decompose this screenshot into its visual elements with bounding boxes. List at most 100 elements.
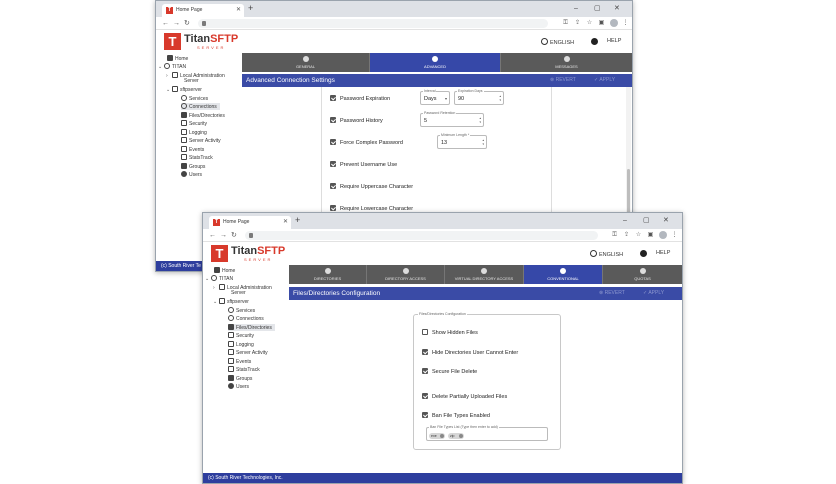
new-tab-icon[interactable]: + <box>295 215 300 226</box>
tab-messages[interactable]: MESSAGES <box>501 53 632 72</box>
sidebar-item-titan[interactable]: ⌄ TITAN <box>158 63 186 70</box>
sidebar-item-server-activity[interactable]: Server Activity <box>181 137 221 144</box>
sidebar-item-statstrack[interactable]: StatsTrack <box>228 366 260 373</box>
password-retention-input[interactable]: Password Retention 5 ▴ ▾ <box>420 111 484 127</box>
star-icon[interactable]: ☆ <box>635 231 642 239</box>
tab-conventional[interactable]: CONVENTIONAL <box>524 265 603 284</box>
tab-close-icon[interactable]: ✕ <box>236 6 241 15</box>
url-input[interactable] <box>245 231 598 240</box>
sidebar-item-services[interactable]: Services <box>181 95 208 102</box>
chip-remove-icon[interactable] <box>440 434 444 438</box>
sidebar-item-titan[interactable]: ⌄ TITAN <box>205 275 233 282</box>
sidepanel-icon[interactable]: ▣ <box>647 231 654 239</box>
sidebar-item-groups[interactable]: Groups <box>181 163 205 170</box>
close-window-icon[interactable]: ✕ <box>663 216 669 225</box>
sidebar-item-files[interactable]: Files/Directories <box>228 324 275 331</box>
sidebar-item-events[interactable]: Events <box>181 146 204 153</box>
new-tab-icon[interactable]: + <box>248 3 253 14</box>
scrollbar[interactable] <box>626 87 631 217</box>
menu-icon[interactable]: ⋮ <box>622 19 629 27</box>
checkbox-force-complex[interactable]: Force Complex Password <box>330 139 403 147</box>
profile-avatar[interactable] <box>610 19 618 27</box>
checkbox-secure-delete[interactable]: Secure File Delete <box>422 368 477 376</box>
apply-button[interactable]: ✓ APPLY <box>643 287 664 300</box>
sidebar-item-files[interactable]: Files/Directories <box>181 112 225 119</box>
minimize-icon[interactable]: – <box>623 216 627 225</box>
stepper-icon[interactable]: ▴ ▾ <box>499 94 501 102</box>
reload-icon[interactable]: ↻ <box>184 18 190 29</box>
checkbox-uppercase[interactable]: Require Uppercase Character <box>330 183 413 191</box>
checkbox-password-history[interactable]: Password History <box>330 117 383 125</box>
profile-avatar[interactable] <box>659 231 667 239</box>
tab-close-icon[interactable]: ✕ <box>283 218 288 227</box>
star-icon[interactable]: ☆ <box>586 19 593 27</box>
share-icon[interactable]: ⇪ <box>574 19 581 27</box>
checkbox-password-expiration[interactable]: Password Expiration <box>330 95 390 103</box>
tab-quotas[interactable]: QUOTAS <box>603 265 682 284</box>
tab-advanced[interactable]: ADVANCED <box>370 53 501 72</box>
back-icon[interactable]: ← <box>209 230 216 241</box>
tab-directory-access[interactable]: DIRECTORY ACCESS <box>367 265 445 284</box>
browser-tab[interactable]: T Home Page ✕ <box>162 4 244 17</box>
sidebar-item-connections[interactable]: Connections <box>228 315 264 322</box>
apply-button[interactable]: ✓ APPLY <box>594 74 615 87</box>
sidebar-item-sftpserver[interactable]: ⌄ sftpserver <box>166 86 202 93</box>
sidebar-item-security[interactable]: Security <box>181 120 207 127</box>
sidepanel-icon[interactable]: ▣ <box>598 19 605 27</box>
checkbox-show-hidden[interactable]: Show Hidden Files <box>422 329 478 337</box>
minimum-length-input[interactable]: Minimum Length * 13 ▴ ▾ <box>437 133 487 149</box>
revert-button[interactable]: ⊗ REVERT <box>599 287 625 300</box>
checkbox-hide-directories[interactable]: Hide Directories User Cannot Enter <box>422 349 518 357</box>
minimize-icon[interactable]: – <box>574 4 578 13</box>
maximize-icon[interactable]: ▢ <box>643 216 650 225</box>
tab-virtual-directory-access[interactable]: VIRTUAL DIRECTORY ACCESS <box>445 265 524 284</box>
sidebar-item-groups[interactable]: Groups <box>228 375 252 382</box>
key-icon[interactable]: ⚿ <box>611 231 618 239</box>
chip-remove-icon[interactable] <box>459 434 463 438</box>
share-icon[interactable]: ⇪ <box>623 231 630 239</box>
forward-icon[interactable]: → <box>173 18 180 29</box>
sidebar-item-services[interactable]: Services <box>228 307 255 314</box>
checkbox-prevent-username[interactable]: Prevent Username Use <box>330 161 397 169</box>
close-window-icon[interactable]: ✕ <box>614 4 620 13</box>
back-icon[interactable]: ← <box>162 18 169 29</box>
stepper-icon[interactable]: ▴ ▾ <box>479 116 481 124</box>
chip-exe[interactable]: exe <box>429 433 445 439</box>
scrollbar-thumb[interactable] <box>627 169 630 213</box>
sidebar-item-logging[interactable]: Logging <box>181 129 207 136</box>
key-icon[interactable]: ⚿ <box>562 19 569 27</box>
language-selector[interactable]: ENGLISH <box>590 250 623 259</box>
revert-button[interactable]: ⊗ REVERT <box>550 74 576 87</box>
expiration-days-input[interactable]: Expiration Days 90 ▴ ▾ <box>454 89 504 105</box>
sidebar-item-statstrack[interactable]: StatsTrack <box>181 154 213 161</box>
sidebar-item-sftpserver[interactable]: ⌄ sftpserver <box>213 298 249 305</box>
menu-icon[interactable]: ⋮ <box>671 231 678 239</box>
stepper-icon[interactable]: ▴ ▾ <box>482 138 484 146</box>
account-icon[interactable] <box>640 250 647 257</box>
sidebar-item-home[interactable]: Home <box>167 55 188 62</box>
sidebar-item-users[interactable]: Users <box>181 171 202 178</box>
browser-tab[interactable]: T Home Page ✕ <box>209 216 291 229</box>
interval-select[interactable]: Interval Days ▾ <box>420 89 450 105</box>
sidebar-item-connections[interactable]: Connections <box>181 103 220 110</box>
help-link[interactable]: HELP <box>607 38 621 45</box>
checkbox-delete-partial[interactable]: Delete Partially Uploaded Files <box>422 393 507 401</box>
tab-general[interactable]: GENERAL <box>242 53 370 72</box>
help-link[interactable]: HELP <box>656 250 670 257</box>
tab-directories[interactable]: DIRECTORIES <box>289 265 367 284</box>
language-selector[interactable]: ENGLISH <box>541 38 574 47</box>
sidebar-item-logging[interactable]: Logging <box>228 341 254 348</box>
sidebar-item-home[interactable]: Home <box>214 267 235 274</box>
sidebar-item-users[interactable]: Users <box>228 383 249 390</box>
url-input[interactable] <box>198 19 548 28</box>
sidebar-item-server-activity[interactable]: Server Activity <box>228 349 268 356</box>
sidebar-item-security[interactable]: Security <box>228 332 254 339</box>
forward-icon[interactable]: → <box>220 230 227 241</box>
account-icon[interactable] <box>591 38 598 45</box>
chip-zip[interactable]: zip <box>448 433 464 439</box>
reload-icon[interactable]: ↻ <box>231 230 237 241</box>
sidebar-item-events[interactable]: Events <box>228 358 251 365</box>
checkbox-ban-filetypes[interactable]: Ban File Types Enabled <box>422 412 490 420</box>
ban-filetypes-input[interactable]: Ban File Types List (Type then enter to … <box>426 425 548 441</box>
maximize-icon[interactable]: ▢ <box>594 4 601 13</box>
